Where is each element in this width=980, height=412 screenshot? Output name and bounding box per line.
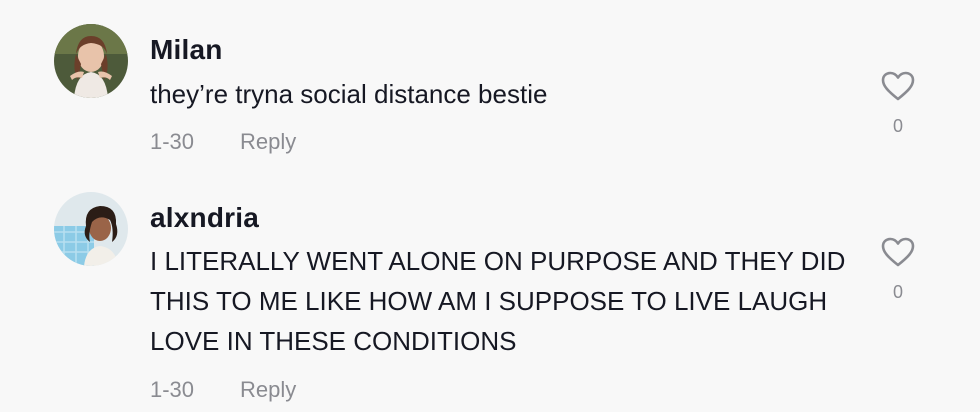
like-control: 0 (878, 236, 918, 303)
heart-outline-icon[interactable] (878, 70, 918, 102)
reply-button[interactable]: Reply (240, 377, 296, 403)
comment-meta: 1-30 Reply (150, 129, 296, 155)
heart-outline-icon[interactable] (878, 236, 918, 268)
comment-text: they’re tryna social distance bestie (150, 79, 548, 109)
reply-button[interactable]: Reply (240, 129, 296, 155)
comment-item: Milan they’re tryna social distance best… (0, 0, 980, 180)
avatar-image (54, 192, 128, 266)
comment-item: alxndria I LITERALLY WENT ALONE ON PURPO… (0, 180, 980, 412)
avatar[interactable] (54, 24, 128, 98)
avatar-image (54, 24, 128, 98)
comment-meta: 1-30 Reply (150, 377, 296, 403)
like-count: 0 (892, 282, 903, 302)
comment-text: I LITERALLY WENT ALONE ON PURPOSE AND TH… (150, 246, 846, 356)
avatar[interactable] (54, 192, 128, 266)
username[interactable]: Milan (150, 34, 223, 66)
like-count: 0 (892, 116, 903, 136)
comment-list: Milan they’re tryna social distance best… (0, 0, 980, 412)
like-control: 0 (878, 70, 918, 137)
comment-date: 1-30 (150, 129, 195, 154)
username[interactable]: alxndria (150, 202, 259, 234)
comment-date: 1-30 (150, 377, 195, 402)
